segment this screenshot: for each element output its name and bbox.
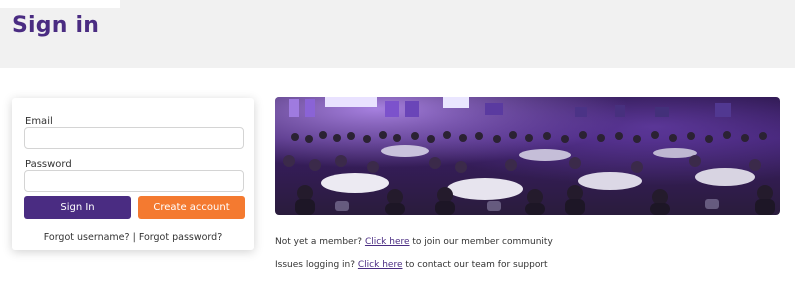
conference-audience-photo-icon <box>275 97 780 215</box>
forgot-separator: | <box>132 232 136 243</box>
email-label: Email <box>25 116 53 127</box>
password-field[interactable] <box>24 170 244 192</box>
page-header: Sign in <box>0 0 795 68</box>
join-member-link[interactable]: Click here <box>365 237 410 247</box>
password-label: Password <box>25 159 72 170</box>
support-info: Issues logging in? Click here to contact… <box>275 260 548 270</box>
member-suffix: to join our member community <box>412 237 553 247</box>
forgot-links: Forgot username? | Forgot password? <box>12 232 254 243</box>
sign-in-button[interactable]: Sign In <box>24 196 131 219</box>
member-prefix: Not yet a member? <box>275 237 363 247</box>
member-info: Not yet a member? Click here to join our… <box>275 237 553 247</box>
forgot-password-link[interactable]: Forgot password? <box>139 232 222 243</box>
issues-prefix: Issues logging in? <box>275 260 356 270</box>
login-card: Email Password Sign In Create account Fo… <box>12 98 254 250</box>
create-account-button[interactable]: Create account <box>138 196 245 219</box>
header-top-gap <box>0 0 120 8</box>
page-title: Sign in <box>12 13 100 38</box>
email-field[interactable] <box>24 127 244 149</box>
forgot-username-link[interactable]: Forgot username? <box>44 232 130 243</box>
contact-support-link[interactable]: Click here <box>358 260 403 270</box>
conference-photo <box>275 97 780 215</box>
issues-suffix: to contact our team for support <box>405 260 548 270</box>
